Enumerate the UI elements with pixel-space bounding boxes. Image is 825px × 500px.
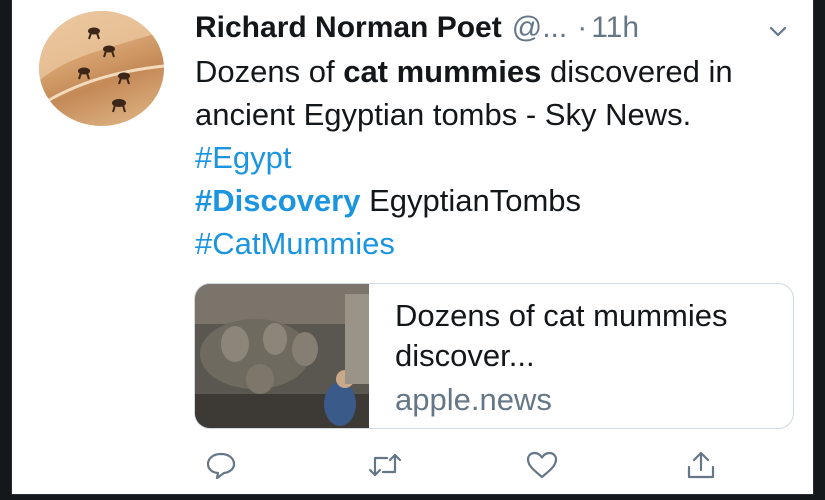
avatar[interactable] xyxy=(39,11,164,126)
card-domain: apple.news xyxy=(395,382,552,417)
tweet-actions xyxy=(205,449,725,483)
avatar-image xyxy=(39,11,164,113)
hashtag-discovery[interactable]: #Discovery xyxy=(195,183,360,218)
tweet-text: Dozens of cat mummies discovered in anci… xyxy=(195,50,785,265)
tweet-text-bold: cat mummies xyxy=(343,54,542,89)
tweet-header: Richard Norman Poet @... · 11h xyxy=(195,8,795,48)
retweet-icon[interactable] xyxy=(367,449,402,481)
tweet-card[interactable]: Richard Norman Poet @... · 11h Dozens of… xyxy=(12,0,813,494)
tweet-timestamp[interactable]: 11h xyxy=(591,11,639,45)
hashtag-catmummies[interactable]: #CatMummies xyxy=(195,226,395,261)
card-thumbnail xyxy=(195,284,369,428)
card-text: Dozens of cat mummies discover... apple.… xyxy=(369,284,785,428)
card-title[interactable]: Dozens of cat mummies discover... xyxy=(395,296,785,376)
tweet-text-part: EgyptianTombs xyxy=(360,183,582,218)
author-name[interactable]: Richard Norman Poet xyxy=(195,11,502,45)
heart-icon[interactable] xyxy=(525,449,558,481)
share-icon[interactable] xyxy=(685,449,717,481)
reply-icon[interactable] xyxy=(205,449,237,481)
chevron-down-icon[interactable] xyxy=(765,18,791,49)
separator-dot: · xyxy=(577,11,588,44)
author-handle[interactable]: @... xyxy=(512,11,567,45)
tweet-text-part: Dozens of xyxy=(195,54,344,89)
link-preview-card[interactable]: Dozens of cat mummies discover... apple.… xyxy=(194,283,794,429)
hashtag-egypt[interactable]: #Egypt xyxy=(195,140,292,175)
